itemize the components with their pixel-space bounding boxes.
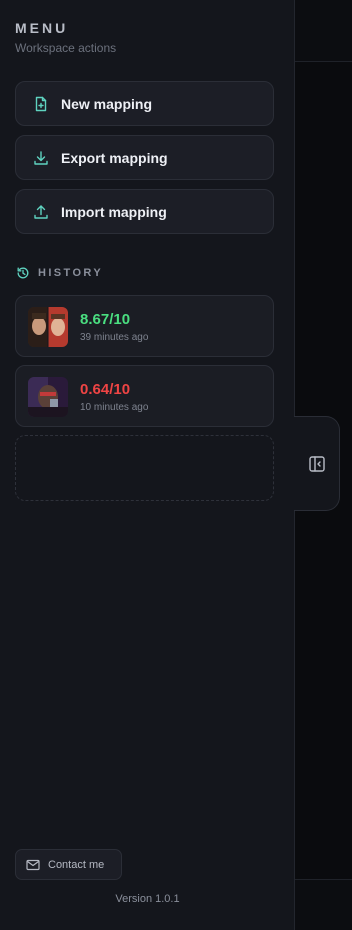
menu-subtitle: Workspace actions — [15, 41, 117, 55]
version-text: Version 1.0.1 — [115, 893, 180, 905]
contact-label: Contact me — [48, 858, 105, 871]
history-header: HISTORY — [16, 266, 103, 280]
history-icon — [16, 266, 30, 280]
history-thumbnail — [28, 377, 68, 417]
collapse-sidebar-button[interactable] — [294, 416, 340, 511]
upload-icon — [33, 204, 49, 220]
history-thumbnail — [28, 307, 68, 347]
new-mapping-button[interactable]: New mapping — [15, 81, 274, 126]
main-top-bar — [295, 0, 352, 62]
menu-title: MENU — [15, 20, 69, 36]
history-time: 39 minutes ago — [80, 332, 149, 343]
file-plus-icon — [33, 96, 49, 112]
download-icon — [33, 150, 49, 166]
export-mapping-button[interactable]: Export mapping — [15, 135, 274, 180]
history-score: 0.64/10 — [80, 381, 131, 398]
import-mapping-button[interactable]: Import mapping — [15, 189, 274, 234]
export-mapping-label: Export mapping — [61, 149, 168, 166]
contact-button[interactable]: Contact me — [15, 849, 122, 880]
history-score: 8.67/10 — [80, 311, 131, 328]
history-empty-slot — [15, 435, 274, 501]
sidebar: MENU Workspace actions New mapping Expor… — [0, 0, 295, 930]
new-mapping-label: New mapping — [61, 95, 153, 112]
mail-icon — [26, 859, 40, 871]
history-title: HISTORY — [38, 267, 104, 279]
collapse-sidebar-icon — [308, 455, 326, 473]
history-item[interactable]: 0.64/10 10 minutes ago — [15, 365, 274, 427]
main-bottom-bar — [295, 879, 352, 930]
history-item[interactable]: 8.67/10 39 minutes ago — [15, 295, 274, 357]
history-time: 10 minutes ago — [80, 402, 149, 413]
import-mapping-label: Import mapping — [61, 203, 167, 220]
